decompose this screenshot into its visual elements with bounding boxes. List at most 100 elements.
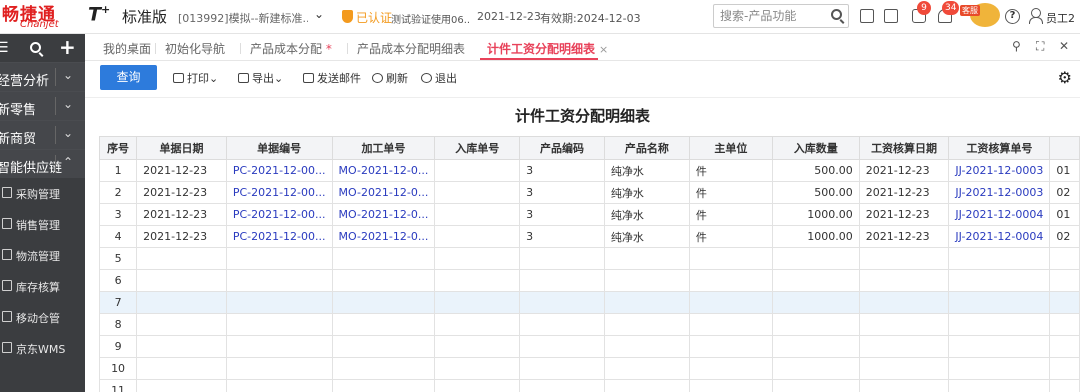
column-header[interactable]: 工资核算单号 <box>948 136 1051 160</box>
table-row[interactable]: 10 <box>99 357 1080 380</box>
sidebar-group-supply-chain[interactable]: 智能供应链 ⌃ <box>0 149 85 178</box>
menu-icon[interactable]: ☰ <box>0 40 9 56</box>
send-mail-button[interactable]: 发送邮件 <box>303 70 361 86</box>
tab-init-nav[interactable]: 初始化导航 <box>165 40 225 57</box>
cell-pay-no[interactable]: JJ-2021-12-0004 <box>948 203 1051 226</box>
column-header[interactable]: 入库数量 <box>771 136 860 160</box>
table-row[interactable]: 5 <box>99 247 1080 270</box>
chevron-down-icon[interactable]: ⌄ <box>63 126 73 140</box>
empty-cell <box>225 313 333 336</box>
sidebar-item-mobile-warehouse[interactable]: 移动仓管 <box>0 302 85 333</box>
column-header[interactable]: 产品名称 <box>603 136 690 160</box>
tab-desktop[interactable]: 我的桌面 <box>103 40 151 57</box>
table-row[interactable]: 7 <box>99 291 1080 314</box>
empty-cell <box>688 291 773 314</box>
cell-doc-no[interactable]: PC-2021-12-00... <box>225 181 333 204</box>
add-icon[interactable]: + <box>59 35 76 59</box>
fullscreen-icon[interactable]: ⛶ <box>1036 39 1044 54</box>
empty-cell <box>688 379 773 392</box>
user-icon[interactable] <box>1029 8 1043 24</box>
table-row[interactable]: 11 <box>99 379 1080 392</box>
column-header[interactable] <box>1049 136 1080 160</box>
export-button[interactable]: 导出⌄ <box>238 70 283 86</box>
sidebar-item-inventory[interactable]: 库存核算 <box>0 271 85 302</box>
column-header[interactable]: 主单位 <box>688 136 773 160</box>
cell-doc-no[interactable]: PC-2021-12-00... <box>225 159 333 182</box>
search-icon[interactable] <box>831 9 842 20</box>
cell-pay-no[interactable]: JJ-2021-12-0003 <box>948 159 1051 182</box>
chevron-up-icon[interactable]: ⌃ <box>63 155 73 169</box>
tab-cost-allocation[interactable]: 产品成本分配 * <box>250 40 332 57</box>
edition-label: 标准版 <box>122 8 168 26</box>
gear-icon[interactable]: ⚙ <box>1058 68 1072 87</box>
search-input[interactable]: 搜索-产品功能 <box>713 4 849 28</box>
sidebar-group-analysis[interactable]: 经营分析 ⌄ <box>0 62 85 91</box>
empty-cell <box>603 291 690 314</box>
empty-cell <box>948 247 1051 270</box>
column-header[interactable]: 工资核算日期 <box>858 136 950 160</box>
sidebar-item-sales[interactable]: 销售管理 <box>0 209 85 240</box>
sidebar-item-logistics[interactable]: 物流管理 <box>0 240 85 271</box>
empty-cell <box>225 247 333 270</box>
column-header[interactable]: 入库单号 <box>434 136 521 160</box>
column-header[interactable]: 产品编码 <box>519 136 605 160</box>
tab-bar: 我的桌面 初始化导航 产品成本分配 * 产品成本分配明细表 计件工资分配明细表 ×… <box>85 34 1080 61</box>
empty-cell <box>434 357 521 380</box>
cell-pay-no[interactable]: JJ-2021-12-0004 <box>948 225 1051 248</box>
cell-pay-no[interactable]: JJ-2021-12-0003 <box>948 181 1051 204</box>
column-header[interactable]: 单据编号 <box>225 136 333 160</box>
checklist-icon[interactable] <box>884 9 898 23</box>
chevron-down-icon[interactable]: ⌄ <box>314 7 324 21</box>
cell-code: 3 <box>519 181 605 204</box>
account-selector[interactable]: [013992]模拟--新建标准... <box>178 10 308 26</box>
cell-work-order[interactable]: MO-2021-12-0... <box>331 181 436 204</box>
cell-doc-no[interactable]: PC-2021-12-00... <box>225 203 333 226</box>
table-row[interactable]: 4 2021-12-23 PC-2021-12-00... MO-2021-12-0.… <box>99 225 1080 248</box>
empty-cell <box>331 269 436 292</box>
cell-date: 2021-12-23 <box>136 203 227 226</box>
close-icon[interactable]: × <box>599 43 608 56</box>
sidebar-item-jd-wms[interactable]: 京东WMS <box>0 333 85 364</box>
refresh-button[interactable]: 刷新 <box>372 70 408 86</box>
print-button[interactable]: 打印⌄ <box>173 70 218 86</box>
chevron-down-icon[interactable]: ⌄ <box>63 97 73 111</box>
empty-cell <box>603 379 690 392</box>
inventory-icon <box>2 280 12 291</box>
product-logo: T+ <box>88 3 111 26</box>
cell-doc-no[interactable]: PC-2021-12-00... <box>225 225 333 248</box>
column-header[interactable]: 单据日期 <box>136 136 227 160</box>
sidebar-item-purchase[interactable]: 采购管理 <box>0 178 85 209</box>
tab-cost-allocation-detail[interactable]: 产品成本分配明细表 <box>357 40 465 57</box>
search-icon[interactable]: ⚲ <box>1012 39 1021 53</box>
close-all-icon[interactable]: ✕ <box>1059 39 1069 53</box>
table-row[interactable]: 6 <box>99 269 1080 292</box>
cell-qty: 500.00 <box>771 181 860 204</box>
tab-piece-wage-detail[interactable]: 计件工资分配明细表 × <box>487 40 608 57</box>
table-row[interactable]: 3 2021-12-23 PC-2021-12-00... MO-2021-12-0.… <box>99 203 1080 226</box>
shield-icon <box>342 10 353 23</box>
cell-work-order[interactable]: MO-2021-12-0... <box>331 203 436 226</box>
empty-cell <box>434 379 521 392</box>
search-icon[interactable] <box>30 42 41 53</box>
table-row[interactable]: 2 2021-12-23 PC-2021-12-00... MO-2021-12-0.… <box>99 181 1080 204</box>
username[interactable]: 员工2 <box>1046 10 1075 26</box>
chevron-down-icon[interactable]: ⌄ <box>63 68 73 82</box>
empty-cell <box>688 335 773 358</box>
sidebar-group-retail[interactable]: 新零售 ⌄ <box>0 91 85 120</box>
mail-icon <box>303 73 314 83</box>
cell-work-order[interactable]: MO-2021-12-0... <box>331 159 436 182</box>
calculator-icon[interactable] <box>860 9 874 23</box>
empty-cell <box>688 313 773 336</box>
column-header[interactable]: 加工单号 <box>331 136 436 160</box>
cell-work-order[interactable]: MO-2021-12-0... <box>331 225 436 248</box>
sidebar-group-trade[interactable]: 新商贸 ⌄ <box>0 120 85 149</box>
query-button[interactable]: 查询 <box>100 65 157 90</box>
table-row[interactable]: 8 <box>99 313 1080 336</box>
table-row[interactable]: 1 2021-12-23 PC-2021-12-00... MO-2021-12-0.… <box>99 159 1080 182</box>
empty-cell <box>519 247 605 270</box>
help-icon[interactable]: ? <box>1005 9 1020 24</box>
column-header[interactable]: 序号 <box>99 136 138 160</box>
exit-button[interactable]: 退出 <box>421 70 457 86</box>
empty-cell <box>858 335 950 358</box>
table-row[interactable]: 9 <box>99 335 1080 358</box>
